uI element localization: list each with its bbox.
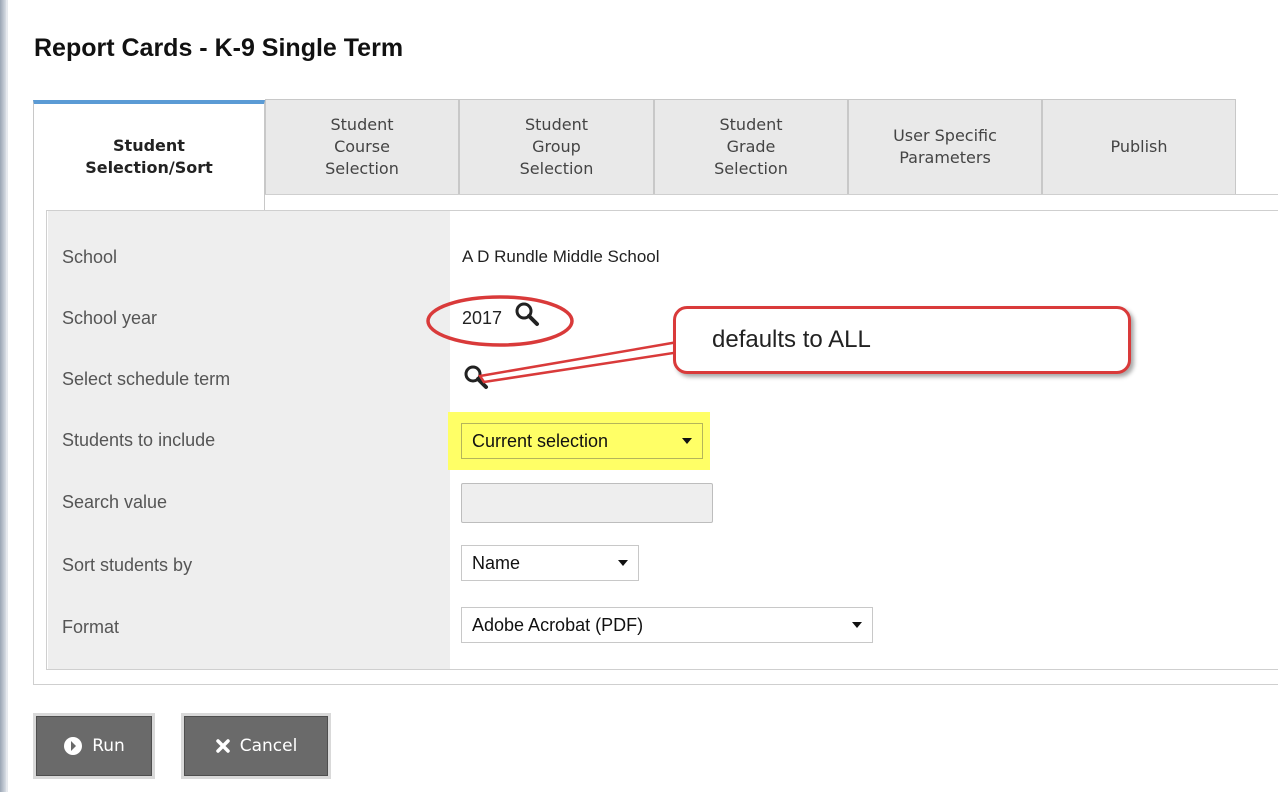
tab-student-grade-selection[interactable]: Student Grade Selection xyxy=(654,99,848,194)
close-icon xyxy=(215,739,230,753)
window-left-border-inner xyxy=(6,0,8,792)
tab-publish[interactable]: Publish xyxy=(1042,99,1236,194)
tab-label: Student Selection/Sort xyxy=(85,136,213,177)
label-search-value: Search value xyxy=(62,492,168,512)
sort-students-by-select[interactable]: Name xyxy=(461,545,639,581)
tab-student-selection-sort[interactable]: Student Selection/Sort xyxy=(33,100,265,210)
tab-label: Student Course Selection xyxy=(325,115,399,178)
tab-user-specific-parameters[interactable]: User Specific Parameters xyxy=(848,99,1042,194)
search-value-input[interactable] xyxy=(461,483,713,523)
format-value: Adobe Acrobat (PDF) xyxy=(472,614,644,635)
callout-pointer xyxy=(478,340,682,384)
students-to-include-select[interactable]: Current selection xyxy=(461,423,703,459)
label-school: School xyxy=(62,247,118,267)
annotation-callout: defaults to ALL xyxy=(673,306,1131,374)
callout-text: defaults to ALL xyxy=(712,326,871,353)
label-sort-students-by: Sort students by xyxy=(62,555,193,575)
school-value: A D Rundle Middle School xyxy=(462,247,660,266)
tab-label: Publish xyxy=(1110,137,1168,156)
chevron-down-icon xyxy=(852,622,862,628)
chevron-down-icon xyxy=(618,560,628,566)
tab-label: Student Group Selection xyxy=(519,115,594,178)
page-title: Report Cards - K-9 Single Term xyxy=(34,34,404,62)
label-schedule-term: Select schedule term xyxy=(62,369,231,389)
cancel-button-label: Cancel xyxy=(239,736,298,756)
tab-student-group-selection[interactable]: Student Group Selection xyxy=(459,99,654,194)
format-select[interactable]: Adobe Acrobat (PDF) xyxy=(461,607,873,643)
arrow-circle-right-icon xyxy=(64,737,83,755)
label-format: Format xyxy=(62,617,120,637)
label-students-to-include: Students to include xyxy=(62,430,216,450)
sort-by-value: Name xyxy=(472,552,521,573)
run-button[interactable]: Run xyxy=(36,716,152,776)
tab-label: Student Grade Selection xyxy=(714,115,788,178)
chevron-down-icon xyxy=(682,438,692,444)
tab-student-course-selection[interactable]: Student Course Selection xyxy=(265,99,459,194)
students-to-include-value: Current selection xyxy=(472,430,609,451)
cancel-button[interactable]: Cancel xyxy=(184,716,328,776)
tab-label: User Specific Parameters xyxy=(893,126,997,167)
run-button-label: Run xyxy=(92,736,125,756)
label-school-year: School year xyxy=(62,308,158,328)
